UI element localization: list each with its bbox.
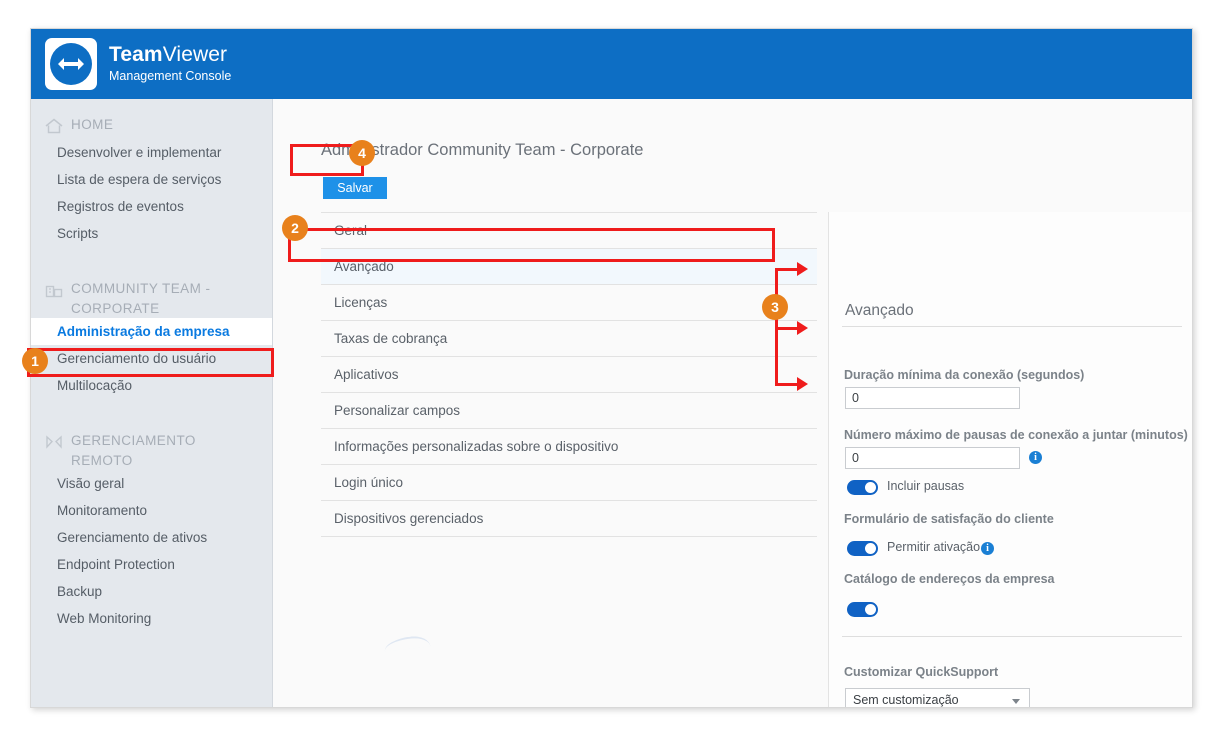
company-address-book-toggle[interactable] xyxy=(847,602,878,617)
tab-licencas[interactable]: Licenças xyxy=(321,285,817,321)
brand-block: TeamViewer Management Console xyxy=(109,43,231,84)
satisfaction-form-toggle[interactable] xyxy=(847,541,878,556)
sidebar-item-registros-de-eventos[interactable]: Registros de eventos xyxy=(31,193,272,220)
main-content: Administrador Community Team - Corporate… xyxy=(274,99,1192,707)
panel-title: Avançado xyxy=(845,302,914,319)
brand-name-light: Viewer xyxy=(162,43,228,66)
company-address-book-label: Catálogo de endereços da empresa xyxy=(844,572,1055,586)
sidebar-item-gerenciamento-de-ativos[interactable]: Gerenciamento de ativos xyxy=(31,524,272,551)
satisfaction-form-label: Formulário de satisfação do cliente xyxy=(844,512,1054,526)
sidebar-item-lista-de-espera-de-servicos[interactable]: Lista de espera de serviços xyxy=(31,166,272,193)
tab-informacoes-personalizadas-sobre-o-dispositivo[interactable]: Informações personalizadas sobre o dispo… xyxy=(321,429,817,465)
brand-name-bold: Team xyxy=(109,43,163,66)
min-duration-label: Duração mínima da conexão (segundos) xyxy=(844,368,1085,382)
sidebar-item-monitoramento[interactable]: Monitoramento xyxy=(31,497,272,524)
sidebar: HOME Desenvolver e implementar Lista de … xyxy=(31,99,273,707)
sidebar-item-visao-geral[interactable]: Visão geral xyxy=(31,470,272,497)
app-header: TeamViewer Management Console xyxy=(31,29,1192,99)
quicksupport-label: Customizar QuickSupport xyxy=(844,665,999,679)
sidebar-section-gerenciamento-remoto: GERENCIAMENTO REMOTO xyxy=(31,431,272,470)
settings-tab-list: Geral Avançado Licenças Taxas de cobranç… xyxy=(321,212,817,537)
sidebar-item-desenvolver-e-implementar[interactable]: Desenvolver e implementar xyxy=(31,139,272,166)
include-pauses-toggle[interactable] xyxy=(847,480,878,495)
teamviewer-arrows-icon xyxy=(58,58,84,70)
sidebar-item-administracao-da-empresa[interactable]: Administração da empresa xyxy=(31,318,272,346)
company-icon xyxy=(43,280,65,300)
divider xyxy=(842,326,1182,327)
tab-avancado[interactable]: Avançado xyxy=(321,249,817,285)
divider xyxy=(842,636,1182,637)
sidebar-item-multilocacao[interactable]: Multilocação xyxy=(31,372,272,399)
teamviewer-logo xyxy=(45,38,97,90)
satisfaction-form-toggle-label: Permitir ativação xyxy=(887,540,981,554)
quicksupport-select[interactable]: Sem customização xyxy=(845,688,1030,707)
teamviewer-management-console-window: TeamViewer Management Console HOME Desen… xyxy=(30,28,1193,708)
max-pauses-input[interactable] xyxy=(845,447,1020,469)
sidebar-item-web-monitoring[interactable]: Web Monitoring xyxy=(31,605,272,632)
sidebar-item-gerenciamento-do-usuario[interactable]: Gerenciamento do usuário xyxy=(31,345,272,372)
sidebar-section-label: GERENCIAMENTO REMOTO xyxy=(71,433,196,468)
save-button[interactable]: Salvar xyxy=(323,177,387,199)
tab-personalizar-campos[interactable]: Personalizar campos xyxy=(321,393,817,429)
info-icon-satisfaction-form[interactable]: i xyxy=(981,542,994,555)
tab-taxas-de-cobranca[interactable]: Taxas de cobrança xyxy=(321,321,817,357)
min-duration-input[interactable] xyxy=(845,387,1020,409)
sidebar-section-community-team: COMMUNITY TEAM - CORPORATE xyxy=(31,279,272,318)
max-pauses-label: Número máximo de pausas de conexão a jun… xyxy=(844,428,1188,442)
tab-login-unico[interactable]: Login único xyxy=(321,465,817,501)
sidebar-section-home: HOME xyxy=(31,115,272,139)
sidebar-item-backup[interactable]: Backup xyxy=(31,578,272,605)
sidebar-section-label: COMMUNITY TEAM - CORPORATE xyxy=(71,281,211,316)
home-icon xyxy=(43,116,65,136)
remote-management-icon xyxy=(43,432,65,452)
tab-aplicativos[interactable]: Aplicativos xyxy=(321,357,817,393)
decorative-artifact xyxy=(383,634,431,652)
info-icon-max-pauses[interactable]: i xyxy=(1029,451,1042,464)
brand-subtitle: Management Console xyxy=(109,69,232,84)
advanced-settings-panel: Avançado Duração mínima da conexão (segu… xyxy=(828,212,1192,707)
sidebar-item-scripts[interactable]: Scripts xyxy=(31,220,272,247)
tab-geral[interactable]: Geral xyxy=(321,213,817,249)
sidebar-item-endpoint-protection[interactable]: Endpoint Protection xyxy=(31,551,272,578)
chevron-down-icon xyxy=(1012,699,1020,704)
include-pauses-label: Incluir pausas xyxy=(887,479,965,493)
sidebar-section-label: HOME xyxy=(71,117,114,132)
page-title: Administrador Community Team - Corporate xyxy=(321,141,644,159)
tab-dispositivos-gerenciados[interactable]: Dispositivos gerenciados xyxy=(321,501,817,537)
quicksupport-selected-value: Sem customização xyxy=(853,693,959,707)
